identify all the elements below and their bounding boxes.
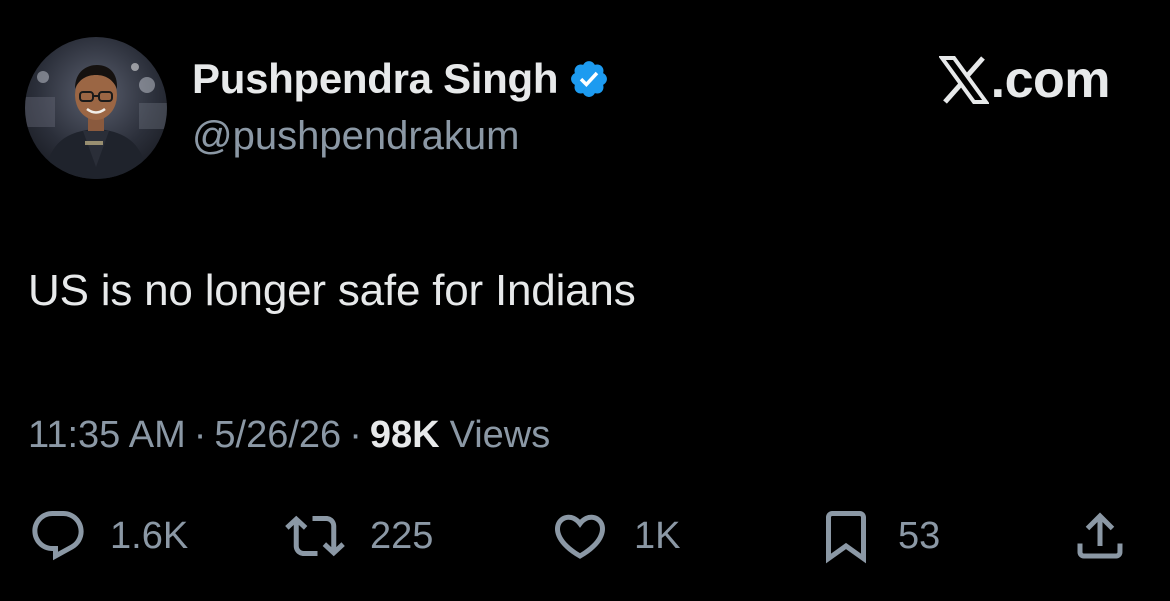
views-label: Views <box>449 413 551 456</box>
repost-button[interactable]: 225 <box>282 505 433 567</box>
bookmark-button[interactable]: 53 <box>816 505 940 567</box>
bookmark-icon <box>816 506 876 566</box>
heart-icon <box>548 506 612 566</box>
tweet-date[interactable]: 5/26/26 <box>214 414 341 457</box>
author-handle[interactable]: @pushpendrakum <box>192 114 519 159</box>
x-logo-icon <box>937 56 990 104</box>
bookmark-count: 53 <box>898 514 941 557</box>
like-button[interactable]: 1K <box>548 505 680 567</box>
reply-button[interactable]: 1.6K <box>28 505 188 567</box>
meta-separator: · <box>193 413 207 456</box>
brand-watermark: .com <box>937 51 1111 109</box>
author-display-name[interactable]: Pushpendra Singh <box>192 55 559 103</box>
repost-icon <box>282 506 348 566</box>
brand-label: .com <box>990 51 1111 109</box>
reply-icon <box>28 506 88 566</box>
repost-count: 225 <box>370 514 434 557</box>
verified-badge-icon <box>568 58 610 100</box>
tweet-card: Pushpendra Singh @pushpendrakum .com US … <box>0 0 1170 601</box>
author-name-row: Pushpendra Singh <box>192 54 610 104</box>
tweet-text: US is no longer safe for Indians <box>28 266 636 315</box>
meta-separator: · <box>349 413 362 456</box>
tweet-time[interactable]: 11:35 AM <box>28 414 186 457</box>
views-count: 98K <box>369 413 440 456</box>
avatar[interactable] <box>25 37 167 179</box>
share-icon <box>1070 506 1130 566</box>
like-count: 1K <box>634 514 681 557</box>
action-bar: 1.6K 225 1K 53 <box>0 505 1170 567</box>
share-button[interactable] <box>1070 505 1130 567</box>
reply-count: 1.6K <box>110 514 189 557</box>
tweet-meta: 11:35 AM · 5/26/26 · 98K Views <box>28 412 550 458</box>
avatar-photo <box>25 37 167 179</box>
